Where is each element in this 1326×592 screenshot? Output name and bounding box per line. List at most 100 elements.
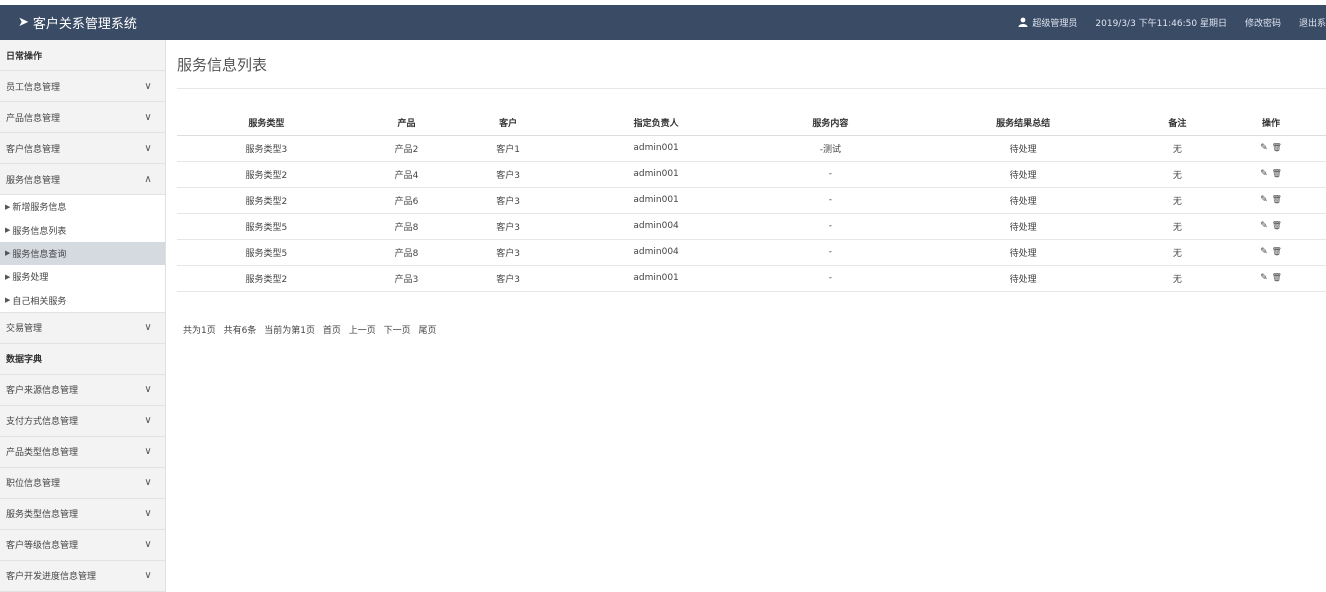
edit-icon[interactable]: ✎ <box>1260 169 1268 179</box>
cell-content: - <box>753 213 908 240</box>
trash-icon[interactable]: 🗑 <box>1272 273 1282 282</box>
sidebar-item-position[interactable]: 职位信息管理 ∨ <box>0 468 165 499</box>
chevron-down-icon: ∨ <box>144 111 152 123</box>
sidebar-item-service-type[interactable]: 服务类型信息管理 ∨ <box>0 499 165 530</box>
cell-product: 产品6 <box>355 187 458 214</box>
cell-product: 产品4 <box>355 161 458 188</box>
cell-result: 待处理 <box>907 135 1139 162</box>
sidebar-item-product-type[interactable]: 产品类型信息管理 ∨ <box>0 437 165 468</box>
cell-actions: ✎ 🗑 <box>1215 161 1326 188</box>
trash-icon[interactable]: 🗑 <box>1272 169 1282 178</box>
trash-icon[interactable]: 🗑 <box>1272 195 1282 204</box>
user-icon <box>1018 17 1028 27</box>
sidebar-item-employee[interactable]: 员工信息管理 ∨ <box>0 71 165 102</box>
sidebar-item-customer-source[interactable]: 客户来源信息管理 ∨ <box>0 375 165 406</box>
sidebar-item-label: 产品类型信息管理 <box>6 448 79 459</box>
datetime: 2019/3/3 下午11:46:50 星期日 <box>1095 19 1227 29</box>
cell-result: 待处理 <box>907 239 1139 266</box>
sidebar-subitem-my-services[interactable]: ▶ 自己相关服务 <box>0 288 165 312</box>
page-title: 服务信息列表 <box>177 56 268 74</box>
trash-icon[interactable]: 🗑 <box>1272 221 1282 230</box>
edit-icon[interactable]: ✎ <box>1260 221 1268 231</box>
edit-icon[interactable]: ✎ <box>1260 247 1268 257</box>
table-row: 服务类型3 产品2 客户1 admin001 -测试 待处理无 ✎ 🗑 <box>177 135 1326 162</box>
logout-link[interactable]: 退出系 <box>1299 16 1326 29</box>
sidebar-subitem-service-handle[interactable]: ▶ 服务处理 <box>0 265 165 289</box>
sidebar-item-dev-progress[interactable]: 客户开发进度信息管理 ∨ <box>0 561 165 592</box>
sidebar-subitem-label: 服务处理 <box>12 273 49 284</box>
sidebar-subitem-add-service[interactable]: ▶ 新增服务信息 <box>0 195 165 219</box>
sidebar-item-payment-method[interactable]: 支付方式信息管理 ∨ <box>0 406 165 437</box>
top-navbar: ➤ 客户关系管理系统 超级管理员 2019/3/3 下午11:46:50 星期日… <box>0 5 1326 40</box>
sidebar-item-trade[interactable]: 交易管理 ∨ <box>0 313 165 344</box>
cell-product: 产品8 <box>355 239 458 266</box>
sidebar-item-product[interactable]: 产品信息管理 ∨ <box>0 102 165 133</box>
sidebar-item-customer-level[interactable]: 客户等级信息管理 ∨ <box>0 530 165 561</box>
cell-service-type: 服务类型2 <box>177 265 356 292</box>
sidebar-subitem-label: 自己相关服务 <box>12 296 67 307</box>
brand[interactable]: ➤ 客户关系管理系统 <box>18 13 137 32</box>
cell-customer: 客户1 <box>457 135 559 162</box>
column-header: 操作 <box>1215 110 1326 136</box>
cell-customer: 客户3 <box>457 239 559 266</box>
edit-icon[interactable]: ✎ <box>1260 273 1268 283</box>
column-header: 产品 <box>355 110 458 136</box>
column-header: 服务结果总结 <box>907 110 1139 136</box>
change-password-link[interactable]: 修改密码 <box>1245 16 1281 29</box>
cell-customer: 客户3 <box>457 161 559 188</box>
cell-content: -测试 <box>753 135 908 162</box>
cell-result: 待处理 <box>907 265 1139 292</box>
cell-service-type: 服务类型3 <box>177 135 356 162</box>
table-row: 服务类型5 产品8 客户3 admin004- 待处理无 ✎ 🗑 <box>177 239 1326 266</box>
chevron-down-icon: ∨ <box>144 415 152 427</box>
table-row: 服务类型2 产品6 客户3 admin001- 待处理无 ✎ 🗑 <box>177 187 1326 214</box>
pager-total-records: 共有6条 <box>223 326 257 336</box>
cell-remark: 无 <box>1138 213 1216 240</box>
section-daily: 日常操作 <box>0 40 165 71</box>
pager-next-link[interactable]: 下一页 <box>384 326 411 336</box>
pager-first-link[interactable]: 首页 <box>323 326 341 336</box>
column-header: 指定负责人 <box>558 110 754 136</box>
table-row: 服务类型5 产品8 客户3 admin004- 待处理无 ✎ 🗑 <box>177 213 1326 240</box>
cell-owner: admin001 <box>558 161 754 188</box>
current-user[interactable]: 超级管理员 <box>1018 16 1077 29</box>
cell-product: 产品3 <box>355 265 458 292</box>
cell-actions: ✎ 🗑 <box>1215 265 1326 292</box>
sidebar-subitem-service-list[interactable]: ▶ 服务信息列表 <box>0 218 165 242</box>
cell-service-type: 服务类型5 <box>177 239 356 266</box>
caret-right-icon: ▶ <box>5 272 11 281</box>
pager-last-link[interactable]: 尾页 <box>419 326 437 336</box>
paper-plane-icon: ➤ <box>18 15 29 30</box>
trash-icon[interactable]: 🗑 <box>1272 143 1282 152</box>
edit-icon[interactable]: ✎ <box>1260 143 1268 153</box>
app-title: 客户关系管理系统 <box>32 17 137 32</box>
cell-service-type: 服务类型2 <box>177 187 356 214</box>
cell-owner: admin004 <box>558 239 754 266</box>
cell-owner: admin001 <box>558 135 754 162</box>
sidebar-subitem-service-query[interactable]: ▶ 服务信息查询 <box>0 241 165 266</box>
section-dictionary: 数据字典 <box>0 344 165 375</box>
trash-icon[interactable]: 🗑 <box>1272 247 1282 256</box>
sidebar-item-label: 支付方式信息管理 <box>6 417 79 428</box>
sidebar-item-label: 服务类型信息管理 <box>6 510 79 521</box>
sidebar-item-service[interactable]: 服务信息管理 ∧ <box>0 164 165 195</box>
chevron-down-icon: ∨ <box>144 508 152 520</box>
cell-content: - <box>753 161 908 188</box>
sidebar-item-label: 交易管理 <box>6 324 43 335</box>
cell-service-type: 服务类型5 <box>177 213 356 240</box>
column-header: 服务类型 <box>177 110 356 136</box>
edit-icon[interactable]: ✎ <box>1260 195 1268 205</box>
cell-content: - <box>753 187 908 214</box>
sidebar-item-customer[interactable]: 客户信息管理 ∨ <box>0 133 165 164</box>
cell-service-type: 服务类型2 <box>177 161 356 188</box>
caret-right-icon: ▶ <box>5 226 11 235</box>
cell-customer: 客户3 <box>457 265 559 292</box>
chevron-down-icon: ∨ <box>144 80 152 92</box>
sidebar-subitem-label: 服务信息查询 <box>12 249 67 260</box>
main-content: 服务信息列表 服务类型 产品 客户 指定负责人 服务内容 服务结果总结 备注 操… <box>166 40 1326 592</box>
pager-prev-link[interactable]: 上一页 <box>349 326 376 336</box>
chevron-down-icon: ∨ <box>144 384 152 396</box>
sidebar-item-label: 客户开发进度信息管理 <box>6 572 97 583</box>
cell-result: 待处理 <box>907 187 1139 214</box>
sidebar-item-label: 产品信息管理 <box>6 113 61 124</box>
